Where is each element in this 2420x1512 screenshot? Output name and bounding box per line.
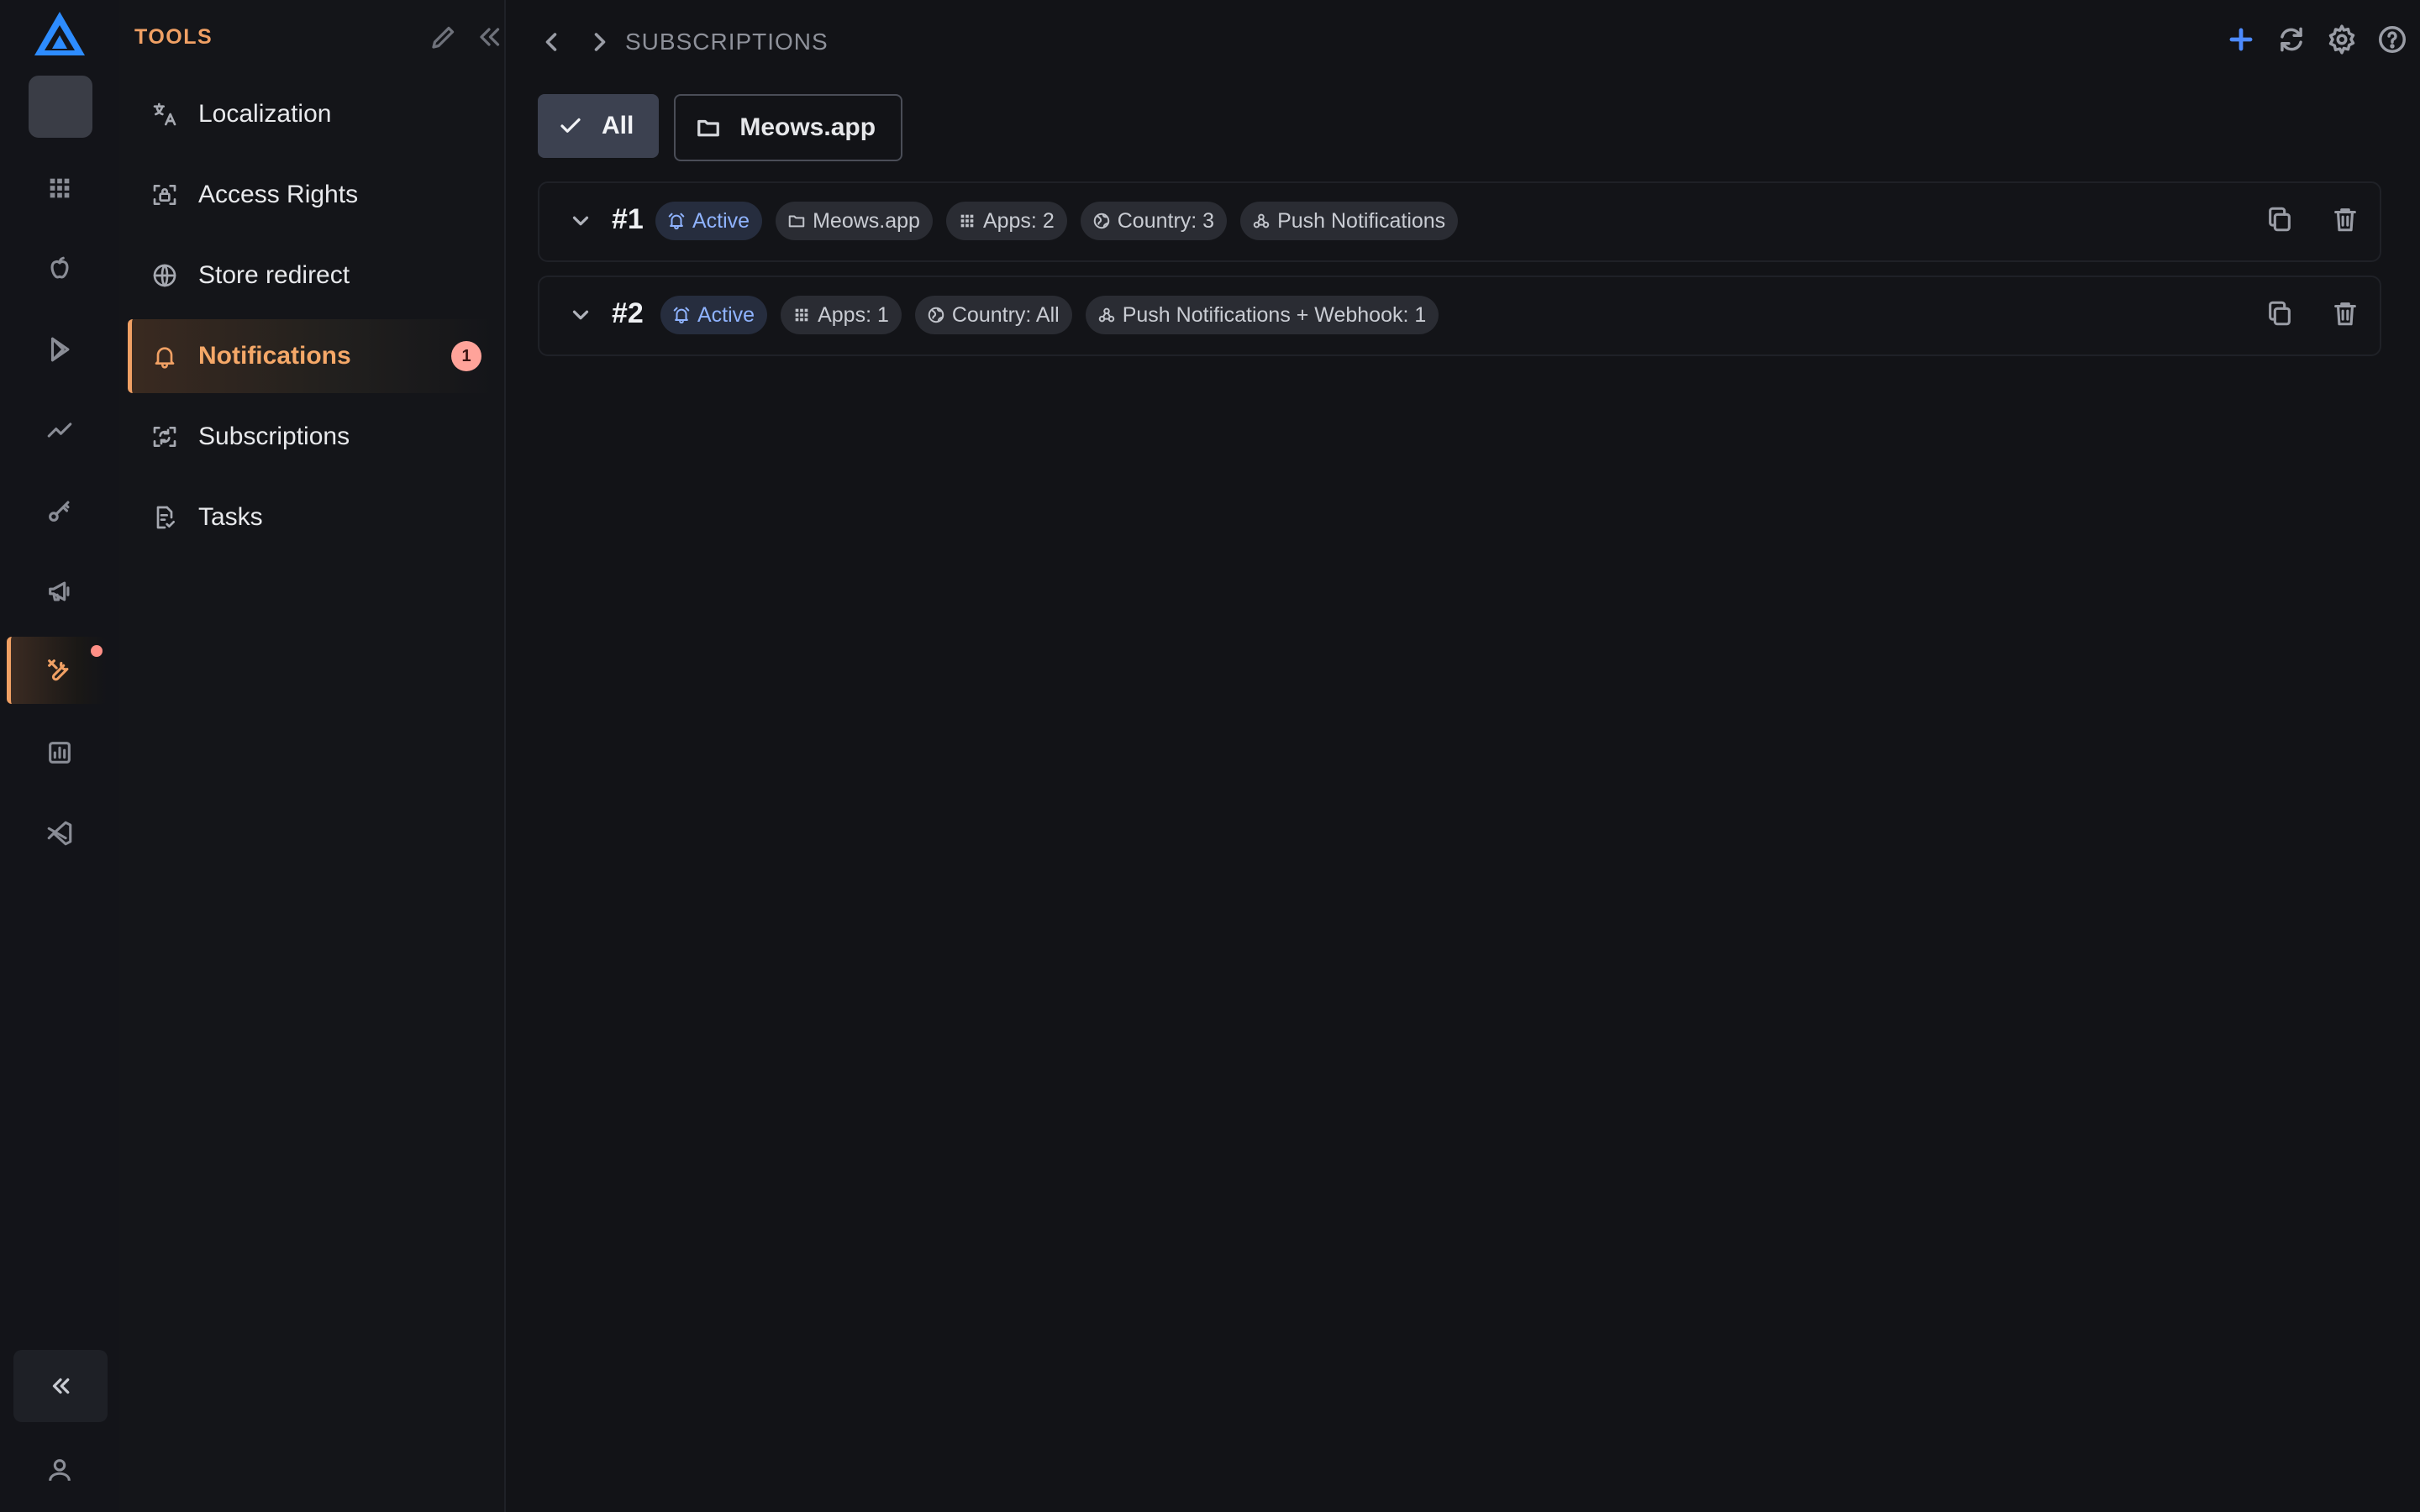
check-icon: [560, 118, 581, 133]
channel-text: Push Notifications + Webhook: 1: [1122, 302, 1427, 327]
double-chevron-left-icon: [52, 1378, 70, 1394]
webhook-icon: [1253, 213, 1270, 228]
globe-icon: [1093, 213, 1109, 229]
filter-all-button[interactable]: All: [538, 94, 660, 158]
channel-tag: Push Notifications: [1240, 202, 1459, 240]
folder-icon: [697, 119, 720, 137]
status-text: Active: [697, 302, 755, 327]
filter-folder-label: Meows.app: [739, 113, 876, 141]
row-actions: [2265, 299, 2361, 329]
analytics-trend-icon[interactable]: [17, 396, 103, 464]
apps-text: Apps: 1: [818, 302, 889, 327]
filter-folder-button[interactable]: Meows.app: [674, 94, 903, 161]
row-actions: [2265, 205, 2361, 235]
duplicate-icon[interactable]: [2265, 299, 2296, 329]
nav-item-tasks[interactable]: Tasks: [128, 480, 489, 554]
nav-item-store-redirect[interactable]: Store redirect: [128, 239, 489, 312]
nav-item-label: Localization: [198, 100, 332, 128]
status-badge: Active: [655, 202, 763, 240]
expand-chevron-icon[interactable]: [568, 208, 593, 234]
tools-notification-dot: [91, 645, 103, 657]
delete-trash-icon[interactable]: [2331, 205, 2361, 235]
apps-grid-icon[interactable]: [17, 155, 103, 222]
forward-chevron-icon[interactable]: [585, 27, 615, 57]
globe-icon: [928, 307, 944, 323]
bell-icon: [150, 341, 180, 371]
notifications-count-badge: 1: [451, 341, 481, 371]
nav-item-label: Tasks: [198, 503, 263, 531]
help-icon[interactable]: [2376, 24, 2408, 55]
top-bar: SUBSCRIPTIONS: [506, 0, 2420, 84]
folder-icon: [788, 215, 805, 228]
status-badge: Active: [660, 296, 768, 334]
project-text: Meows.app: [813, 208, 920, 233]
reports-chart-icon[interactable]: [17, 719, 103, 786]
access-rights-icon: [150, 180, 180, 210]
top-actions: [2225, 24, 2408, 55]
tasks-icon: [150, 502, 180, 533]
grid-icon: [960, 214, 974, 228]
nav-item-subscriptions[interactable]: Subscriptions: [128, 400, 489, 474]
back-chevron-icon[interactable]: [536, 27, 566, 57]
channel-tag: Push Notifications + Webhook: 1: [1085, 296, 1439, 334]
subscription-row[interactable]: #1 Active Meows.app Apps: 2 Country: 3 P…: [538, 181, 2381, 262]
subscription-number: #2: [612, 297, 644, 329]
tools-panel: TOOLS Localization Access Rights Store r…: [119, 0, 506, 1512]
webhook-icon: [1098, 307, 1114, 323]
main-content: SUBSCRIPTIONS All Meows.app #1 Active Me…: [506, 0, 2420, 1512]
tools-panel-title: TOOLS: [134, 25, 213, 49]
code-editor-icon[interactable]: [17, 800, 103, 867]
nav-item-access-rights[interactable]: Access Rights: [128, 158, 489, 232]
app: TOOLS Localization Access Rights Store r…: [0, 0, 2420, 1512]
globe-icon: [150, 260, 180, 291]
country-tag: Country: 3: [1080, 202, 1228, 240]
subscription-tags: Active Meows.app Apps: 2 Country: 3 Push…: [655, 202, 1459, 240]
apps-tag: Apps: 2: [945, 202, 1067, 240]
collapse-rail-button[interactable]: [13, 1350, 108, 1422]
tools-panel-header: TOOLS: [134, 22, 500, 52]
subscription-row[interactable]: #2 Active Apps: 1 Country: All Push Noti…: [538, 276, 2381, 356]
collapse-panel-icon[interactable]: [474, 22, 504, 52]
apple-icon[interactable]: [17, 235, 103, 302]
delete-trash-icon[interactable]: [2331, 299, 2361, 329]
duplicate-icon[interactable]: [2265, 205, 2296, 235]
nav-item-label: Store redirect: [198, 261, 350, 289]
add-plus-icon[interactable]: [2225, 24, 2257, 55]
project-tag: Meows.app: [776, 202, 933, 240]
nav-item-notifications[interactable]: Notifications 1: [128, 319, 493, 393]
logo-icon[interactable]: [33, 10, 87, 57]
megaphone-icon[interactable]: [17, 558, 103, 625]
subscription-number: #1: [612, 203, 644, 235]
apps-text: Apps: 2: [982, 208, 1055, 233]
country-text: Country: 3: [1117, 208, 1215, 233]
play-store-icon[interactable]: [17, 316, 103, 383]
nav-item-localization[interactable]: Localization: [128, 77, 489, 151]
country-text: Country: All: [951, 302, 1060, 327]
nav-item-label: Notifications: [198, 342, 351, 370]
grid-icon: [795, 308, 808, 322]
country-tag: Country: All: [914, 296, 1072, 334]
workspace-avatar[interactable]: [29, 76, 92, 138]
nav-item-label: Subscriptions: [198, 423, 350, 450]
apps-tag: Apps: 1: [781, 296, 902, 334]
alarm-bell-icon: [668, 213, 685, 230]
breadcrumb: SUBSCRIPTIONS: [625, 29, 829, 55]
key-icon[interactable]: [17, 477, 103, 544]
icon-rail: [0, 0, 121, 1512]
filter-bar: All Meows.app: [538, 94, 903, 161]
nav-item-label: Access Rights: [198, 181, 359, 208]
channel-text: Push Notifications: [1277, 208, 1446, 233]
subscriptions-icon: [150, 422, 180, 452]
refresh-icon[interactable]: [2275, 24, 2307, 55]
alarm-bell-icon: [673, 307, 690, 324]
settings-gear-icon[interactable]: [2326, 24, 2358, 55]
translate-icon: [150, 99, 180, 129]
expand-chevron-icon[interactable]: [568, 302, 593, 328]
status-text: Active: [692, 208, 750, 233]
user-profile-icon[interactable]: [17, 1436, 103, 1504]
filter-all-label: All: [602, 112, 634, 139]
subscription-tags: Active Apps: 1 Country: All Push Notific…: [660, 296, 1439, 334]
edit-pencil-icon[interactable]: [429, 22, 459, 52]
